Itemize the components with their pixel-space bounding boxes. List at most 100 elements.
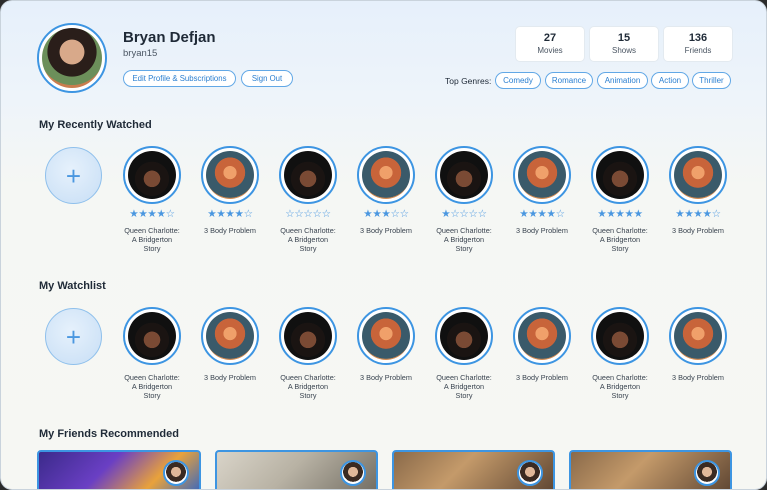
caption-line: 3 Body Problem [204,373,256,382]
edit-profile-button[interactable]: Edit Profile & Subscriptions [123,70,236,87]
caption-line: A Bridgerton [287,382,329,391]
friend-recommendation-card[interactable] [37,450,201,489]
profile-name: Bryan Defjan [123,29,216,46]
poster-caption: 3 Body Problem [353,226,419,235]
caption-line: Queen Charlotte: [436,373,492,382]
caption-line: A Bridgerton [599,382,641,391]
poster-image [128,312,176,360]
stat-label: Shows [611,46,636,55]
queen-charlotte-poster[interactable] [123,307,181,365]
queen-charlotte-poster[interactable] [591,146,649,204]
caption-line: Queen Charlotte: [436,226,492,235]
3-body-problem-poster[interactable] [669,307,727,365]
caption-line: Story [611,391,629,400]
stat-shows[interactable]: 15 Shows [590,27,658,61]
poster-caption: 3 Body Problem [353,373,419,382]
star-rating[interactable]: ☆☆☆☆☆ [278,208,338,220]
poster-image [284,151,332,199]
caption-line: 3 Body Problem [672,373,724,382]
sign-out-button[interactable]: Sign Out [241,70,293,87]
caption-line: Queen Charlotte: [592,373,648,382]
star-rating[interactable]: ★☆☆☆☆ [434,208,494,220]
queen-charlotte-poster[interactable] [279,146,337,204]
add-watchlist-button[interactable]: + [45,308,102,365]
friend-avatar [694,460,720,486]
poster-image [440,312,488,360]
star-rating[interactable]: ★★★★☆ [512,208,572,220]
3-body-problem-poster[interactable] [201,146,259,204]
poster-image [674,312,722,360]
poster-caption: Queen Charlotte: A Bridgerton Story [275,226,341,253]
queen-charlotte-poster[interactable] [591,307,649,365]
genre-chip-animation[interactable]: Animation [597,72,648,89]
caption-line: 3 Body Problem [360,373,412,382]
stat-label: Friends [684,46,712,55]
caption-line: Queen Charlotte: [592,226,648,235]
caption-line: 3 Body Problem [672,226,724,235]
genre-chip-romance[interactable]: Romance [545,72,593,89]
genre-chip-thriller[interactable]: Thriller [692,72,731,89]
stat-friends[interactable]: 136 Friends [664,27,732,61]
caption-line: Queen Charlotte: [124,226,180,235]
friends-recommended-title: My Friends Recommended [39,428,179,440]
star-rating[interactable]: ★★★★☆ [122,208,182,220]
caption-line: A Bridgerton [131,235,173,244]
poster-caption: 3 Body Problem [197,226,263,235]
caption-line: A Bridgerton [443,235,485,244]
poster-caption: 3 Body Problem [665,226,731,235]
stat-movies[interactable]: 27 Movies [516,27,584,61]
caption-line: Queen Charlotte: [280,226,336,235]
poster-caption: Queen Charlotte: A Bridgerton Story [431,226,497,253]
caption-line: Story [299,244,317,253]
poster-image [128,151,176,199]
queen-charlotte-poster[interactable] [123,146,181,204]
poster-caption: Queen Charlotte: A Bridgerton Story [119,226,185,253]
star-rating[interactable]: ★★★☆☆ [356,208,416,220]
queen-charlotte-poster[interactable] [435,307,493,365]
stat-value: 15 [617,32,631,44]
3-body-problem-poster[interactable] [357,307,415,365]
stat-value: 27 [543,32,557,44]
profile-page: Bryan Defjan bryan15 Edit Profile & Subs… [0,0,767,490]
star-rating[interactable]: ★★★★★ [590,208,650,220]
caption-line: Story [143,244,161,253]
caption-line: A Bridgerton [131,382,173,391]
top-genres-label: Top Genres: [445,76,492,86]
queen-charlotte-poster[interactable] [435,146,493,204]
queen-charlotte-poster[interactable] [279,307,337,365]
3-body-problem-poster[interactable] [201,307,259,365]
caption-line: Story [611,244,629,253]
recently-watched-title: My Recently Watched [39,119,152,131]
caption-line: Queen Charlotte: [280,373,336,382]
poster-caption: 3 Body Problem [197,373,263,382]
caption-line: Queen Charlotte: [124,373,180,382]
3-body-problem-poster[interactable] [357,146,415,204]
plus-icon: + [65,160,82,191]
friend-avatar [340,460,366,486]
watchlist-title: My Watchlist [39,280,106,292]
poster-image [596,151,644,199]
genre-chip-comedy[interactable]: Comedy [495,72,541,89]
poster-image [674,151,722,199]
friend-recommendation-card[interactable] [392,450,555,489]
caption-line: A Bridgerton [443,382,485,391]
caption-line: 3 Body Problem [204,226,256,235]
3-body-problem-poster[interactable] [513,146,571,204]
star-rating[interactable]: ★★★★☆ [200,208,260,220]
stat-value: 136 [688,32,708,44]
friend-avatar [517,460,543,486]
poster-image [284,312,332,360]
3-body-problem-poster[interactable] [513,307,571,365]
profile-handle: bryan15 [123,48,158,59]
caption-line: 3 Body Problem [516,373,568,382]
genre-chip-action[interactable]: Action [651,72,689,89]
star-rating[interactable]: ★★★★☆ [668,208,728,220]
caption-line: A Bridgerton [287,235,329,244]
caption-line: A Bridgerton [599,235,641,244]
friend-recommendation-card[interactable] [215,450,378,489]
add-recently-watched-button[interactable]: + [45,147,102,204]
poster-caption: 3 Body Problem [665,373,731,382]
poster-image [362,151,410,199]
3-body-problem-poster[interactable] [669,146,727,204]
friend-recommendation-card[interactable] [569,450,732,489]
